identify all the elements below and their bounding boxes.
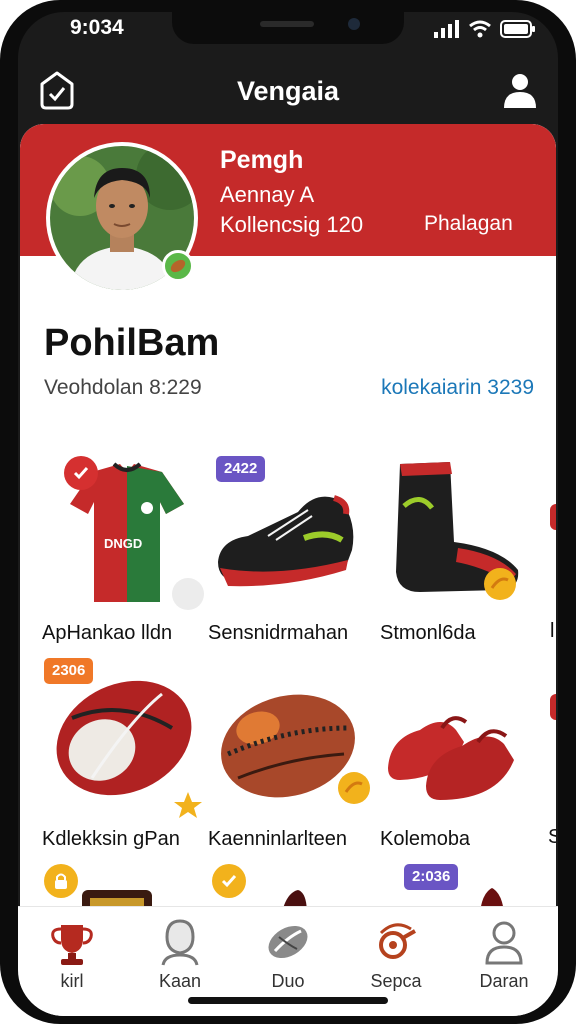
- person-icon: [161, 919, 199, 966]
- profile-stat: Kollencsig 120: [220, 212, 364, 237]
- nav-item-sepca[interactable]: Sepca: [346, 917, 446, 997]
- nav-label: Daran: [479, 971, 529, 991]
- wifi-icon: [469, 20, 491, 38]
- collection-item[interactable]: 2422 Sensnidrmahan: [208, 452, 378, 648]
- status-icons: [434, 20, 536, 38]
- top-bar: Vengaia: [18, 62, 558, 122]
- nav-label: Sepca: [370, 971, 422, 991]
- ball-icon: [268, 925, 308, 959]
- signal-icon: [434, 20, 459, 38]
- phone-frame: 9:034 Vengaia Pemgh Aennay A Kollencsig …: [0, 0, 576, 1024]
- peek-item: [550, 504, 556, 530]
- nav-label: Kaan: [158, 971, 202, 991]
- item-badge: 2422: [216, 456, 266, 482]
- svg-text:DNGD: DNGD: [104, 536, 142, 551]
- collection-item[interactable]: 2306 Kdlekksin gPan: [42, 658, 212, 854]
- red-slippers-image: [388, 716, 514, 800]
- home-indicator[interactable]: [188, 997, 388, 1004]
- peek-label: l: [550, 620, 555, 642]
- nav-item-players[interactable]: Kaan: [130, 917, 230, 997]
- nav-label: Duo: [271, 971, 305, 991]
- collection-item[interactable]: Kolemoba: [380, 658, 550, 854]
- screen: 9:034 Vengaia Pemgh Aennay A Kollencsig …: [18, 12, 558, 1016]
- item-label: Kolemoba: [380, 828, 471, 850]
- checkmark-icon: [212, 864, 246, 898]
- item-label: Stmonl6da: [380, 622, 476, 644]
- item-badge: 2:036: [404, 864, 459, 890]
- item-label: Kdlekksin gPan: [42, 828, 180, 850]
- collection-link[interactable]: kolekaiarin 3239: [381, 376, 534, 400]
- nav-item-profile[interactable]: Daran: [454, 917, 554, 997]
- collection-item[interactable]: DNGD ApHankao lldn: [42, 452, 212, 648]
- notch: [172, 12, 404, 44]
- item-label: ApHankao lldn: [42, 622, 173, 644]
- user-name: PohilBam: [44, 322, 220, 364]
- app-title: Vengaia: [236, 76, 340, 106]
- whistle-icon: [379, 923, 416, 959]
- item-label: Sensnidrmahan: [208, 622, 349, 644]
- checkmark-icon: [64, 456, 98, 490]
- profile-icon: [485, 921, 523, 965]
- verified-ball-icon: [162, 250, 194, 282]
- peek-item: [550, 694, 556, 720]
- profile-link[interactable]: Phalagan: [424, 212, 513, 236]
- nav-item-duo[interactable]: Duo: [238, 917, 338, 997]
- lock-icon: [44, 864, 78, 898]
- leather-ball-image: [221, 694, 370, 804]
- status-time: 9:034: [70, 16, 124, 39]
- speaker: [260, 21, 314, 27]
- item-badge: 2306: [44, 658, 94, 684]
- trophy-icon: [51, 925, 93, 965]
- main-content: Pemgh Aennay A Kollencsig 120 Phalagan P…: [20, 124, 556, 1016]
- collection-item[interactable]: Kaenninlarlteen: [208, 658, 378, 854]
- avatar[interactable]: [46, 142, 198, 294]
- nav-label: kirl: [60, 971, 84, 991]
- peek-label: S: [548, 826, 556, 848]
- battery-icon: [500, 20, 535, 38]
- profile-name: Pemgh: [220, 146, 304, 174]
- collection-item[interactable]: Stmonl6da: [380, 452, 550, 648]
- nav-item-trophies[interactable]: kirl: [22, 917, 122, 997]
- high-boot-image: [396, 462, 519, 600]
- camera: [348, 18, 360, 30]
- user-icon[interactable]: [500, 70, 540, 110]
- user-meta: Veohdolan 8:229: [44, 376, 202, 399]
- bottom-nav: kirl Kaan Duo Sepca Daran: [18, 906, 558, 1016]
- item-label: Kaenninlarlteen: [208, 828, 347, 850]
- profile-subtitle: Aennay A: [220, 182, 315, 207]
